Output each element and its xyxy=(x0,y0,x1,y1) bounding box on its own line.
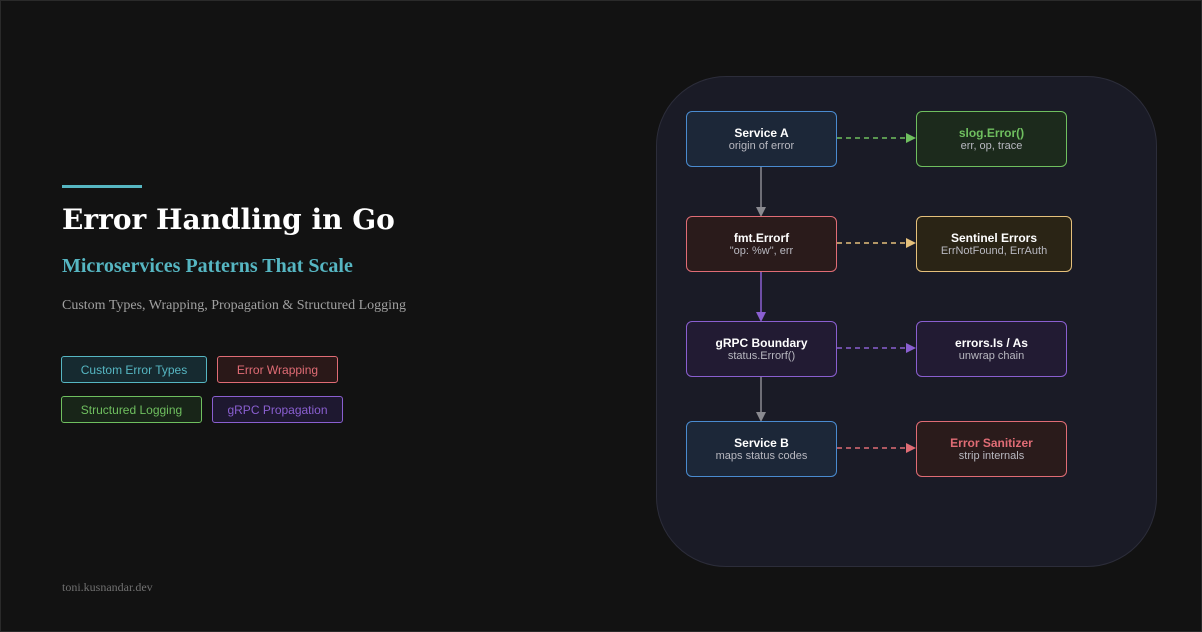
node-title: Service B xyxy=(734,435,789,450)
node-title: Error Sanitizer xyxy=(950,435,1033,450)
node-title: slog.Error() xyxy=(958,125,1025,140)
node-subtitle: strip internals xyxy=(958,449,1025,462)
node-subtitle: maps status codes xyxy=(715,449,808,462)
tag-error-wrapping: Error Wrapping xyxy=(217,356,338,383)
node-error-sanitizer: Error Sanitizer strip internals xyxy=(916,421,1067,477)
page-subtitle: Microservices Patterns That Scale xyxy=(62,255,353,277)
tag-grpc-propagation: gRPC Propagation xyxy=(212,396,343,423)
node-title: fmt.Errorf xyxy=(733,230,790,245)
node-subtitle: origin of error xyxy=(728,139,795,152)
node-subtitle: unwrap chain xyxy=(958,349,1025,362)
page-title: Error Handling in Go xyxy=(62,203,395,236)
node-fmt-errorf: fmt.Errorf "op: %w", err xyxy=(686,216,837,272)
node-errors-is-as: errors.Is / As unwrap chain xyxy=(916,321,1067,377)
node-subtitle: status.Errorf() xyxy=(727,349,796,362)
node-grpc-boundary: gRPC Boundary status.Errorf() xyxy=(686,321,837,377)
node-subtitle: ErrNotFound, ErrAuth xyxy=(940,244,1048,257)
page: Error Handling in Go Microservices Patte… xyxy=(0,0,1202,632)
node-title: Service A xyxy=(734,125,789,140)
footer-site: toni.kusnandar.dev xyxy=(62,580,153,594)
accent-line xyxy=(62,185,142,188)
node-service-a: Service A origin of error xyxy=(686,111,837,167)
node-service-b: Service B maps status codes xyxy=(686,421,837,477)
tag-custom-error-types: Custom Error Types xyxy=(61,356,207,383)
node-title: Sentinel Errors xyxy=(950,230,1038,245)
node-title: gRPC Boundary xyxy=(715,335,808,350)
page-description: Custom Types, Wrapping, Propagation & St… xyxy=(62,298,407,313)
node-subtitle: err, op, trace xyxy=(960,139,1023,152)
node-sentinel-errors: Sentinel Errors ErrNotFound, ErrAuth xyxy=(916,216,1072,272)
node-title: errors.Is / As xyxy=(955,335,1028,350)
node-subtitle: "op: %w", err xyxy=(729,244,794,257)
tag-structured-logging: Structured Logging xyxy=(61,396,202,423)
node-slog-error: slog.Error() err, op, trace xyxy=(916,111,1067,167)
